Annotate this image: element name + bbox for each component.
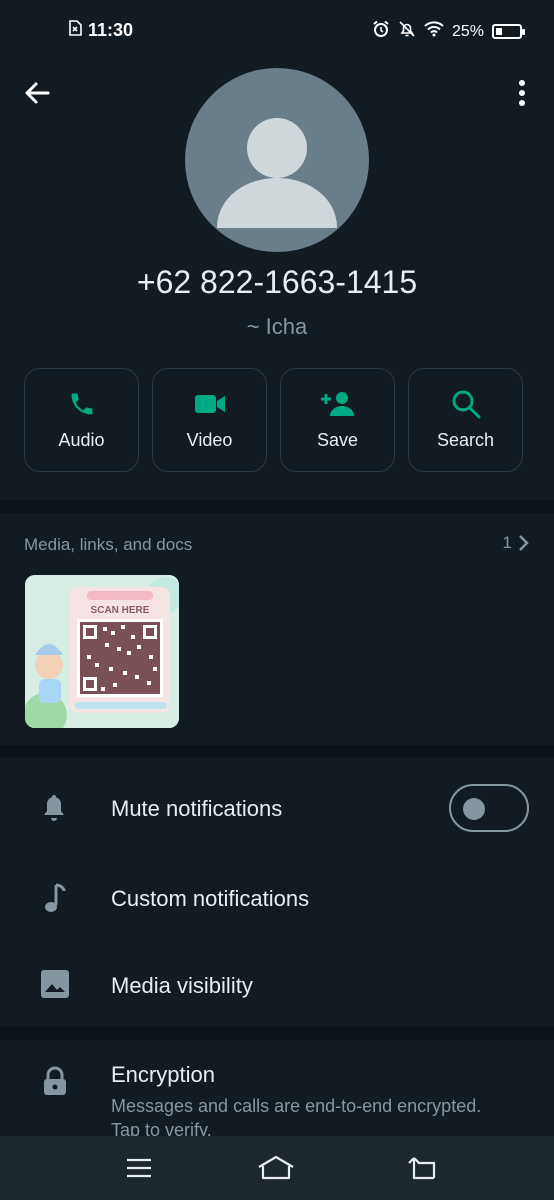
contact-header: +62 822-1663-1415 ~ Icha Audio Video Sav… <box>0 50 554 500</box>
back-nav-button[interactable] <box>402 1154 442 1182</box>
media-count: 1 <box>502 533 512 552</box>
battery-icon <box>492 24 525 39</box>
search-button[interactable]: Search <box>408 368 523 472</box>
more-options-button[interactable] <box>514 78 530 108</box>
media-visibility-label: Media visibility <box>111 973 253 998</box>
back-arrow-icon <box>25 82 50 104</box>
media-title: Media, links, and docs <box>24 535 193 554</box>
audio-label: Audio <box>58 429 105 450</box>
add-person-icon <box>320 390 356 418</box>
status-left: 11:30 <box>68 20 133 41</box>
search-icon <box>451 390 481 418</box>
section-divider <box>0 745 554 757</box>
back-button[interactable] <box>20 76 54 110</box>
save-contact-button[interactable]: Save <box>280 368 395 472</box>
return-icon <box>408 1157 436 1180</box>
media-thumbnail[interactable]: SCAN HERE <box>25 575 179 728</box>
home-button[interactable] <box>256 1154 296 1182</box>
phone-icon <box>68 390 96 418</box>
mute-bell-icon <box>398 20 416 43</box>
mute-toggle[interactable] <box>449 784 529 832</box>
action-buttons: Audio Video Save Search <box>24 368 523 472</box>
video-label: Video <box>186 429 233 450</box>
status-time: 11:30 <box>88 20 134 40</box>
menu-icon <box>127 1158 151 1178</box>
wifi-icon <box>424 21 444 42</box>
toggle-knob <box>463 798 485 820</box>
contact-phone: +62 822-1663-1415 <box>136 264 418 300</box>
image-icon <box>40 969 70 999</box>
chevron-right-icon <box>519 535 529 551</box>
home-icon <box>258 1155 294 1180</box>
battery-fill <box>496 28 502 35</box>
video-icon <box>194 390 226 418</box>
custom-notifications-label: Custom notifications <box>111 886 310 911</box>
default-person-icon <box>217 118 337 228</box>
music-note-icon <box>40 883 70 913</box>
mute-notifications-label: Mute notifications <box>111 796 283 821</box>
thumbnail-caption: SCAN HERE <box>91 605 150 616</box>
custom-notifications-row[interactable]: Custom notifications <box>0 853 554 943</box>
audio-call-button[interactable]: Audio <box>24 368 139 472</box>
lock-icon <box>42 1066 68 1101</box>
qr-poster-image: SCAN HERE <box>25 575 179 728</box>
encryption-row[interactable]: Encryption Messages and calls are end-to… <box>0 1040 554 1140</box>
mute-notifications-row[interactable]: Mute notifications <box>0 760 554 850</box>
media-section[interactable]: Media, links, and docs 1 SCAN HERE <box>0 513 554 745</box>
encryption-title: Encryption <box>111 1062 215 1087</box>
no-sim-icon <box>68 20 82 41</box>
contact-push-name: ~ Icha <box>246 314 308 339</box>
status-bar: 11:30 25% <box>0 0 554 50</box>
encryption-description: Messages and calls are end-to-end encryp… <box>111 1096 482 1140</box>
video-call-button[interactable]: Video <box>152 368 267 472</box>
section-divider <box>0 1027 554 1040</box>
more-vert-icon <box>519 80 525 106</box>
system-nav-bar <box>0 1136 554 1200</box>
search-label: Search <box>436 429 495 450</box>
media-visibility-row[interactable]: Media visibility <box>0 939 554 1029</box>
save-label: Save <box>316 429 359 450</box>
section-divider <box>0 500 554 513</box>
profile-avatar[interactable] <box>185 68 369 252</box>
bell-icon <box>40 793 70 823</box>
recent-apps-button[interactable] <box>119 1154 159 1182</box>
alarm-icon <box>372 20 390 43</box>
media-count-link[interactable]: 1 <box>503 533 530 553</box>
battery-percent: 25% <box>451 22 484 40</box>
status-right: 25% <box>372 20 525 43</box>
